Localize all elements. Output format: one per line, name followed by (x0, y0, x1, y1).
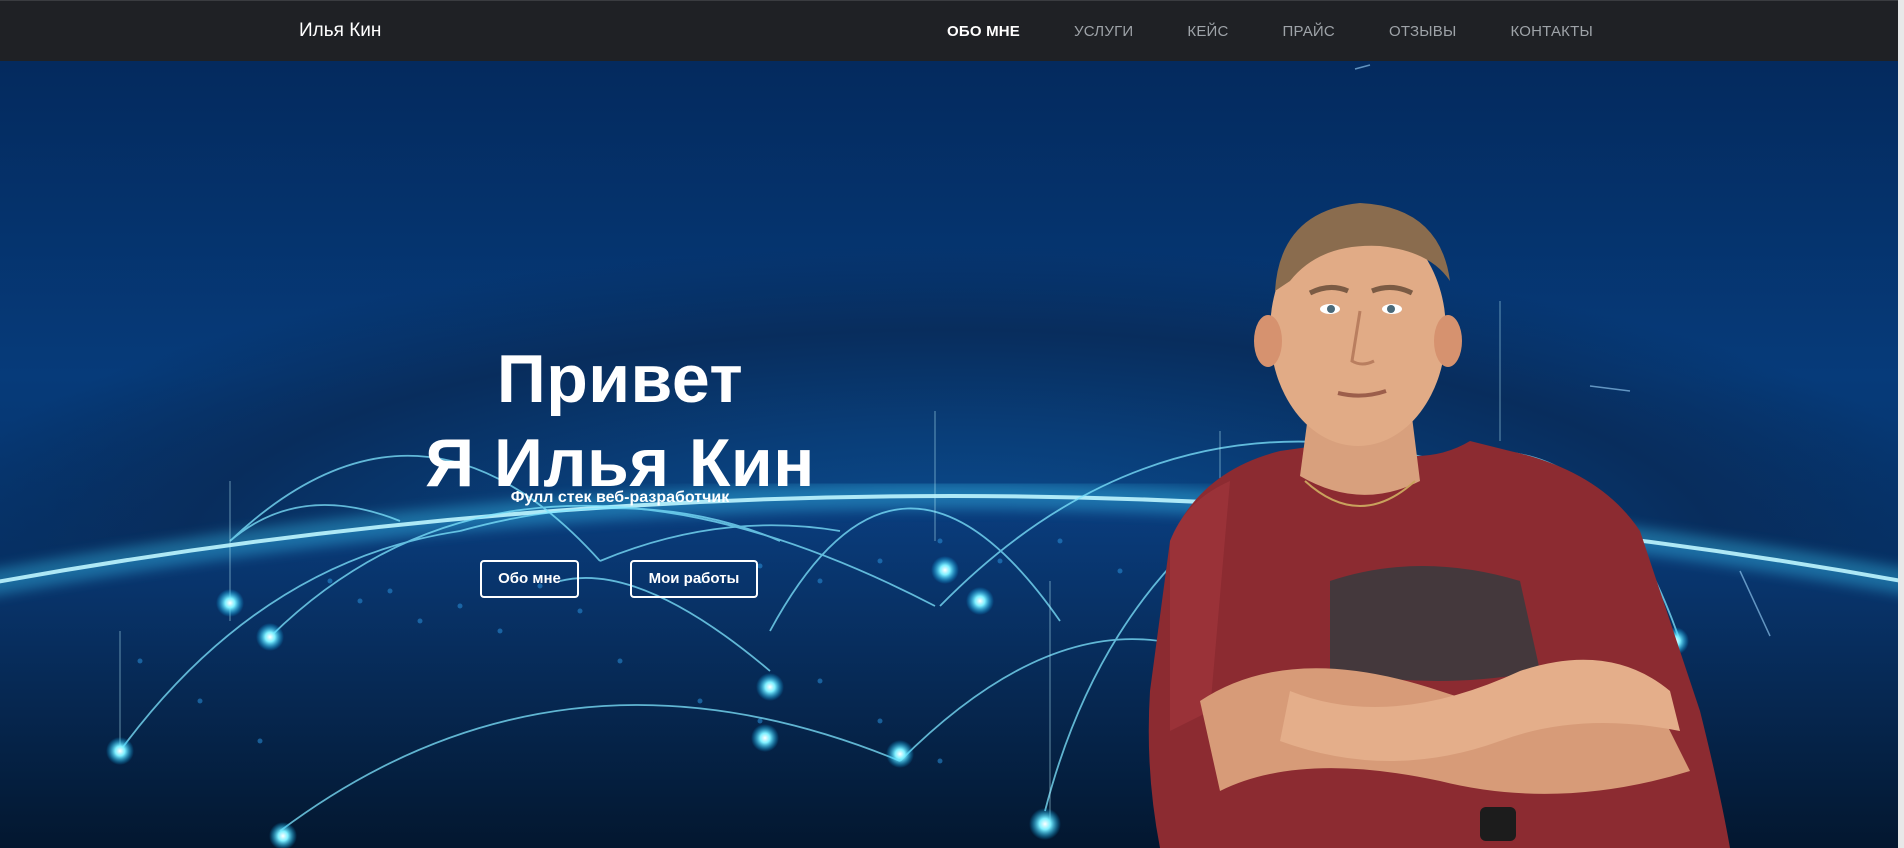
nav-link-about[interactable]: ОБО МНЕ (920, 23, 1047, 40)
nav-menu: ОБО МНЕ УСЛУГИ КЕЙС ПРАЙС ОТЗЫВЫ КОНТАКТ… (920, 23, 1620, 40)
nav-link-price[interactable]: ПРАЙС (1256, 23, 1362, 40)
hero-title: Привет Я Илья Кин (340, 337, 900, 505)
nav-link-services[interactable]: УСЛУГИ (1047, 23, 1160, 40)
nav-item-case: КЕЙС (1160, 23, 1255, 40)
nav-item-contacts: КОНТАКТЫ (1483, 23, 1620, 40)
nav-item-price: ПРАЙС (1256, 23, 1362, 40)
nav-item-about: ОБО МНЕ (920, 23, 1047, 40)
hero-title-line1: Привет (496, 340, 744, 417)
scrollbar[interactable] (1898, 0, 1904, 848)
nav-link-reviews[interactable]: ОТЗЫВЫ (1362, 23, 1483, 40)
portrait-image (1148, 203, 1730, 848)
nav-link-contacts[interactable]: КОНТАКТЫ (1483, 23, 1620, 40)
nav-item-services: УСЛУГИ (1047, 23, 1160, 40)
hero-section: Привет Я Илья Кин Фулл стек веб-разработ… (0, 61, 1904, 848)
page: Илья Кин ОБО МНЕ УСЛУГИ КЕЙС ПРАЙС ОТЗЫВ… (0, 0, 1904, 848)
nav-item-reviews: ОТЗЫВЫ (1362, 23, 1483, 40)
brand-link[interactable]: Илья Кин (299, 20, 381, 42)
works-button[interactable]: Мои работы (630, 560, 758, 598)
about-button[interactable]: Обо мне (480, 560, 579, 598)
nav-link-case[interactable]: КЕЙС (1160, 23, 1255, 40)
navbar: Илья Кин ОБО МНЕ УСЛУГИ КЕЙС ПРАЙС ОТЗЫВ… (0, 0, 1904, 61)
hero-subtitle: Фулл стек веб-разработчик (510, 489, 730, 506)
